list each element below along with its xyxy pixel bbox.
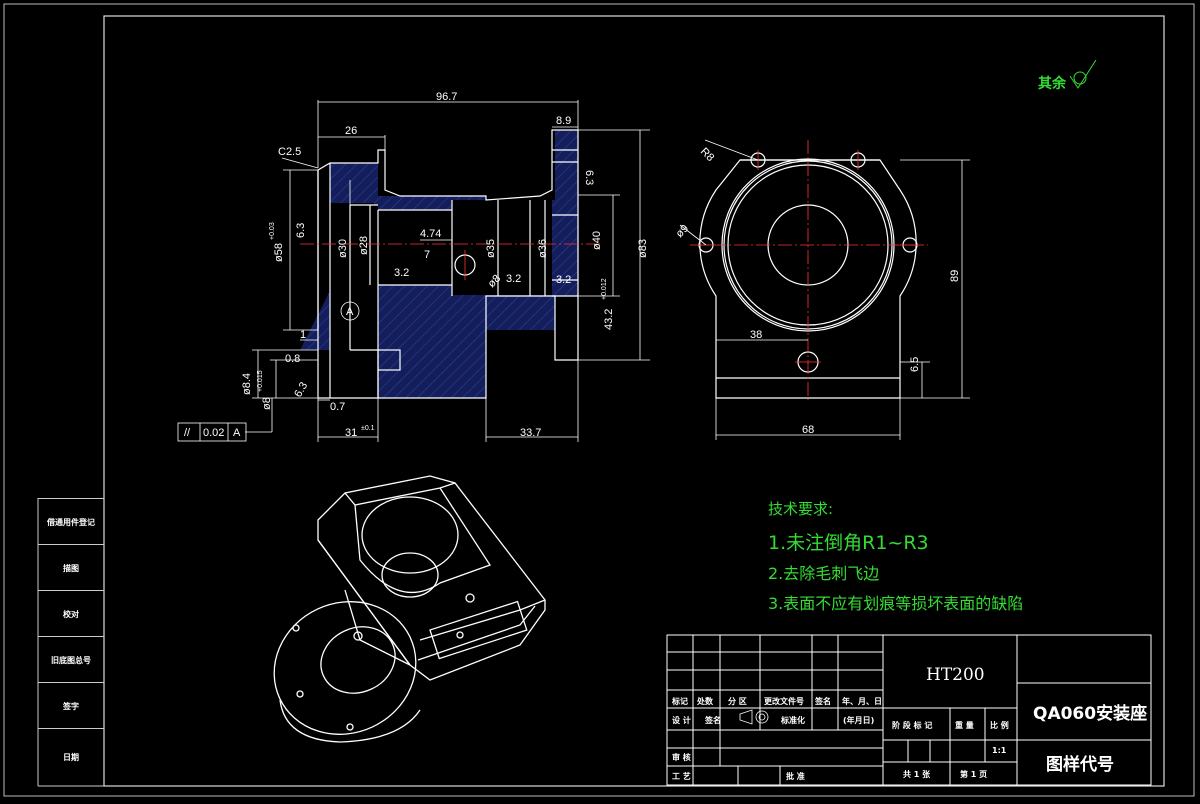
strip-registration: 借通用件登记 bbox=[38, 498, 104, 545]
tol-symbol: // bbox=[184, 427, 191, 439]
dim-r8: R8 bbox=[698, 146, 716, 164]
tb-date: 年、月、日 bbox=[842, 696, 882, 706]
outer-border bbox=[3, 3, 1195, 797]
dim-38: 38 bbox=[750, 329, 762, 341]
dim-58-tol: +0.03 bbox=[269, 222, 276, 240]
tol-datum: A bbox=[233, 427, 241, 439]
tb-total-sheets: 共 1 张 bbox=[903, 769, 931, 779]
strip-old-number: 旧底图总号 bbox=[38, 636, 104, 683]
dim-0-8: 0.8 bbox=[285, 353, 300, 365]
dim-6-3-left: 6.3 bbox=[295, 223, 307, 238]
tech-req-item-3: 3.表面不应有划痕等损坏表面的缺陷 bbox=[768, 594, 1023, 613]
dim-58: ø58 bbox=[273, 243, 285, 262]
dim-3-2-b: 3.2 bbox=[506, 273, 521, 285]
strip-date: 日期 bbox=[38, 728, 104, 786]
part-name: QA060安装座 bbox=[1033, 703, 1147, 724]
dim-68: 68 bbox=[802, 424, 814, 436]
cad-drawing: 96.7 26 8.9 C2.5 6.3 6.3 ø58 +0.03 ø30 ø… bbox=[3, 3, 1195, 797]
tb-sign: 签名 bbox=[814, 696, 831, 706]
dim-8-h: ø8 bbox=[261, 397, 273, 410]
dim-35: ø35 bbox=[485, 239, 497, 258]
tb-year-month: (年月日) bbox=[843, 715, 874, 725]
dim-30: ø30 bbox=[337, 239, 349, 258]
dim-43-2-tol: +0.012 bbox=[601, 278, 608, 300]
dim-1: 1 bbox=[300, 329, 306, 341]
dim-83: ø83 bbox=[637, 239, 649, 258]
tol-value: 0.02 bbox=[203, 427, 224, 439]
tech-req-item-1: 1.未注倒角R1~R3 bbox=[768, 532, 929, 554]
dim-r9: ø9 bbox=[674, 223, 692, 241]
tb-standard: 标准化 bbox=[780, 715, 805, 725]
tb-count: 处数 bbox=[696, 696, 714, 706]
dim-7: 7 bbox=[424, 249, 430, 261]
dim-4-74: 4.74 bbox=[420, 228, 441, 240]
tb-design: 设 计 bbox=[672, 715, 691, 725]
surface-finish-icon bbox=[1069, 59, 1097, 89]
dim-28: ø28 bbox=[358, 236, 370, 255]
tb-sheet-no: 第 1 页 bbox=[960, 769, 987, 779]
tb-process: 工 艺 bbox=[672, 771, 691, 781]
dim-8-9: 8.9 bbox=[556, 115, 571, 127]
dim-31-tol: ±0.1 bbox=[361, 425, 375, 432]
dim-8-4: ø8.4 bbox=[241, 373, 253, 395]
tb-zone: 分 区 bbox=[728, 696, 747, 706]
dim-6-3-top: 6.3 bbox=[583, 170, 595, 185]
tb-stage: 阶 段 标 记 bbox=[892, 720, 932, 730]
section-view bbox=[300, 129, 579, 399]
tb-mark: 标记 bbox=[671, 696, 688, 706]
dim-36: ø36 bbox=[537, 239, 549, 258]
dim-3-2-c: 3.2 bbox=[556, 274, 571, 286]
tech-req-item-2: 2.去除毛刺飞边 bbox=[768, 564, 879, 583]
dim-43-2: 43.2 bbox=[603, 309, 615, 330]
strip-tracing: 描图 bbox=[38, 544, 104, 591]
dim-8-h-tol: +0.015 bbox=[257, 370, 264, 392]
tb-approve: 批 准 bbox=[786, 771, 805, 781]
projection-symbol-icon bbox=[739, 709, 769, 725]
tech-requirements: 技术要求: 1.未注倒角R1~R3 2.去除毛刺飞边 3.表面不应有划痕等损坏表… bbox=[768, 500, 1023, 613]
tb-design-sign: 签名 bbox=[704, 715, 721, 725]
isometric-view bbox=[273, 475, 546, 743]
dim-33-7: 33.7 bbox=[520, 427, 541, 439]
material-label: HT200 bbox=[926, 665, 985, 685]
tb-ratio: 比 例 bbox=[990, 720, 1009, 730]
dim-6-3-bottom: 6.3 bbox=[292, 380, 310, 399]
tb-weight: 重 量 bbox=[955, 720, 974, 730]
strip-signature: 签字 bbox=[38, 682, 104, 729]
drawing-code: 图样代号 bbox=[1046, 754, 1114, 775]
dim-31: 31 bbox=[345, 427, 357, 439]
dim-0-7: 0.7 bbox=[330, 401, 345, 413]
tb-scale: 1:1 bbox=[992, 746, 1007, 755]
surface-finish-note: 其余 bbox=[1038, 75, 1067, 92]
strip-proofread: 校对 bbox=[38, 590, 104, 637]
dim-3-2-a: 3.2 bbox=[394, 267, 409, 279]
tb-change-doc: 更改文件号 bbox=[764, 696, 804, 706]
datum-a-label: A bbox=[346, 306, 354, 318]
dim-26: 26 bbox=[345, 125, 357, 137]
drawing-sheet: 96.7 26 8.9 C2.5 6.3 6.3 ø58 +0.03 ø30 ø… bbox=[0, 0, 1200, 800]
tb-review: 审 核 bbox=[672, 752, 691, 762]
dim-89: 89 bbox=[949, 270, 961, 282]
dim-96-7: 96.7 bbox=[436, 91, 457, 103]
dim-40: ø40 bbox=[591, 231, 603, 250]
dim-c2-5: C2.5 bbox=[278, 146, 301, 158]
dim-6-5: 6.5 bbox=[909, 357, 921, 372]
tech-req-heading: 技术要求: bbox=[768, 500, 833, 518]
